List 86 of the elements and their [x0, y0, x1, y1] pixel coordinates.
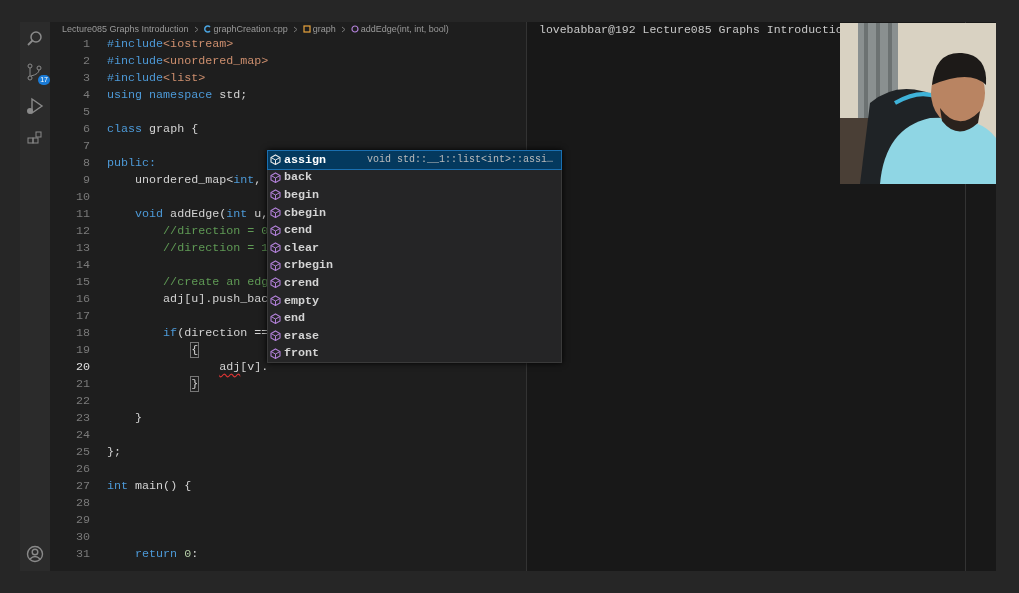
line-number: 11 [74, 206, 91, 223]
method-icon [350, 25, 359, 33]
code-line: adj[v]. [218, 359, 269, 376]
line-number: 7 [82, 138, 91, 155]
line-number: 4 [82, 87, 91, 104]
code-line: adj[u].push_bac [162, 291, 269, 308]
suggestion-item[interactable]: end [268, 309, 561, 327]
line-number: 25 [74, 444, 91, 461]
suggestion-item[interactable]: erase [268, 326, 561, 345]
line-number: 16 [74, 291, 91, 308]
line-number: 24 [74, 427, 91, 444]
line-number: 12 [74, 223, 91, 240]
method-icon [270, 154, 281, 166]
line-number: 31 [74, 546, 91, 563]
code-line: //create an edg [162, 274, 269, 291]
code-line: return 0: [134, 546, 199, 563]
line-number: 15 [74, 274, 91, 291]
code-line: #include<iostream> [107, 36, 234, 53]
method-icon [270, 171, 281, 183]
line-number: 19 [74, 342, 91, 359]
code-line: }; [107, 444, 122, 461]
line-number: 29 [74, 512, 91, 529]
suggestion-item[interactable]: crbegin [268, 256, 561, 275]
line-number: 17 [74, 308, 91, 325]
line-number: 6 [82, 121, 91, 138]
code-line: } [190, 376, 199, 393]
suggestion-item[interactable]: crend [268, 274, 561, 292]
line-number: 21 [74, 376, 91, 393]
code-line: void addEdge(int u, [134, 206, 269, 223]
method-icon [270, 295, 281, 307]
code-line: #include<list> [107, 70, 206, 87]
chevron-icon [292, 25, 298, 33]
breadcrumb-item[interactable]: Lecture085 Graphs Introduction [62, 24, 189, 34]
code-line: using namespace std; [107, 87, 248, 104]
line-number: 18 [74, 325, 91, 342]
line-number: 27 [74, 478, 91, 495]
method-icon [270, 242, 281, 254]
suggestion-item[interactable]: cbegin [268, 203, 561, 222]
line-number: 5 [82, 104, 91, 121]
method-icon [270, 330, 281, 342]
suggestion-item[interactable]: begin [268, 186, 561, 204]
run-debug-icon[interactable] [25, 96, 45, 116]
line-number: 13 [74, 240, 91, 257]
line-number: 28 [74, 495, 91, 512]
suggestion-item[interactable]: back [268, 168, 561, 187]
method-icon [270, 189, 281, 201]
line-number: 3 [82, 70, 91, 87]
line-number: 14 [74, 257, 91, 274]
line-number: 1 [82, 36, 91, 53]
line-number: 22 [74, 393, 91, 410]
line-number: 30 [74, 529, 91, 546]
suggestion-item[interactable]: front [268, 344, 561, 363]
line-number: 2 [82, 53, 91, 70]
breadcrumb-item[interactable]: graphCreation.cpp [213, 24, 288, 34]
code-line: public: [107, 155, 157, 172]
chevron-icon [340, 25, 346, 33]
line-number: 23 [74, 410, 91, 427]
method-icon [270, 207, 281, 219]
terminal-prompt: lovebabbar@192 Lecture085 Graphs Introductio [538, 22, 844, 36]
suggestion-item[interactable]: empty [268, 291, 561, 310]
line-number: 9 [82, 172, 91, 189]
code-line: int main() { [107, 478, 192, 495]
line-number: 20 [74, 359, 91, 376]
method-icon [270, 347, 281, 359]
account-icon[interactable] [26, 545, 44, 563]
code-line: #include<unordered_map> [107, 53, 269, 70]
method-icon [270, 259, 281, 271]
breadcrumb-item[interactable]: graph [312, 24, 336, 34]
code-line: { [190, 342, 199, 359]
chevron-icon [193, 25, 199, 33]
suggestion-item[interactable]: clear [268, 238, 561, 257]
method-icon [270, 224, 281, 236]
method-icon [270, 312, 281, 324]
code-line: unordered_map<int, [134, 172, 262, 189]
line-number: 8 [82, 155, 91, 172]
breadcrumb-item[interactable]: addEdge(int, int, bool) [360, 24, 449, 34]
method-icon [270, 277, 281, 289]
class-icon [302, 25, 311, 33]
code-line: class graph { [107, 121, 199, 138]
code-line: } [134, 410, 143, 427]
search-icon[interactable] [26, 30, 44, 48]
suggestion-item[interactable]: assign void std::__1::list<int>::assi… [268, 151, 561, 169]
line-number: 10 [74, 189, 91, 206]
cpp-file-icon [203, 25, 212, 33]
suggestion-item[interactable]: cend [268, 221, 561, 239]
line-number: 26 [74, 461, 91, 478]
